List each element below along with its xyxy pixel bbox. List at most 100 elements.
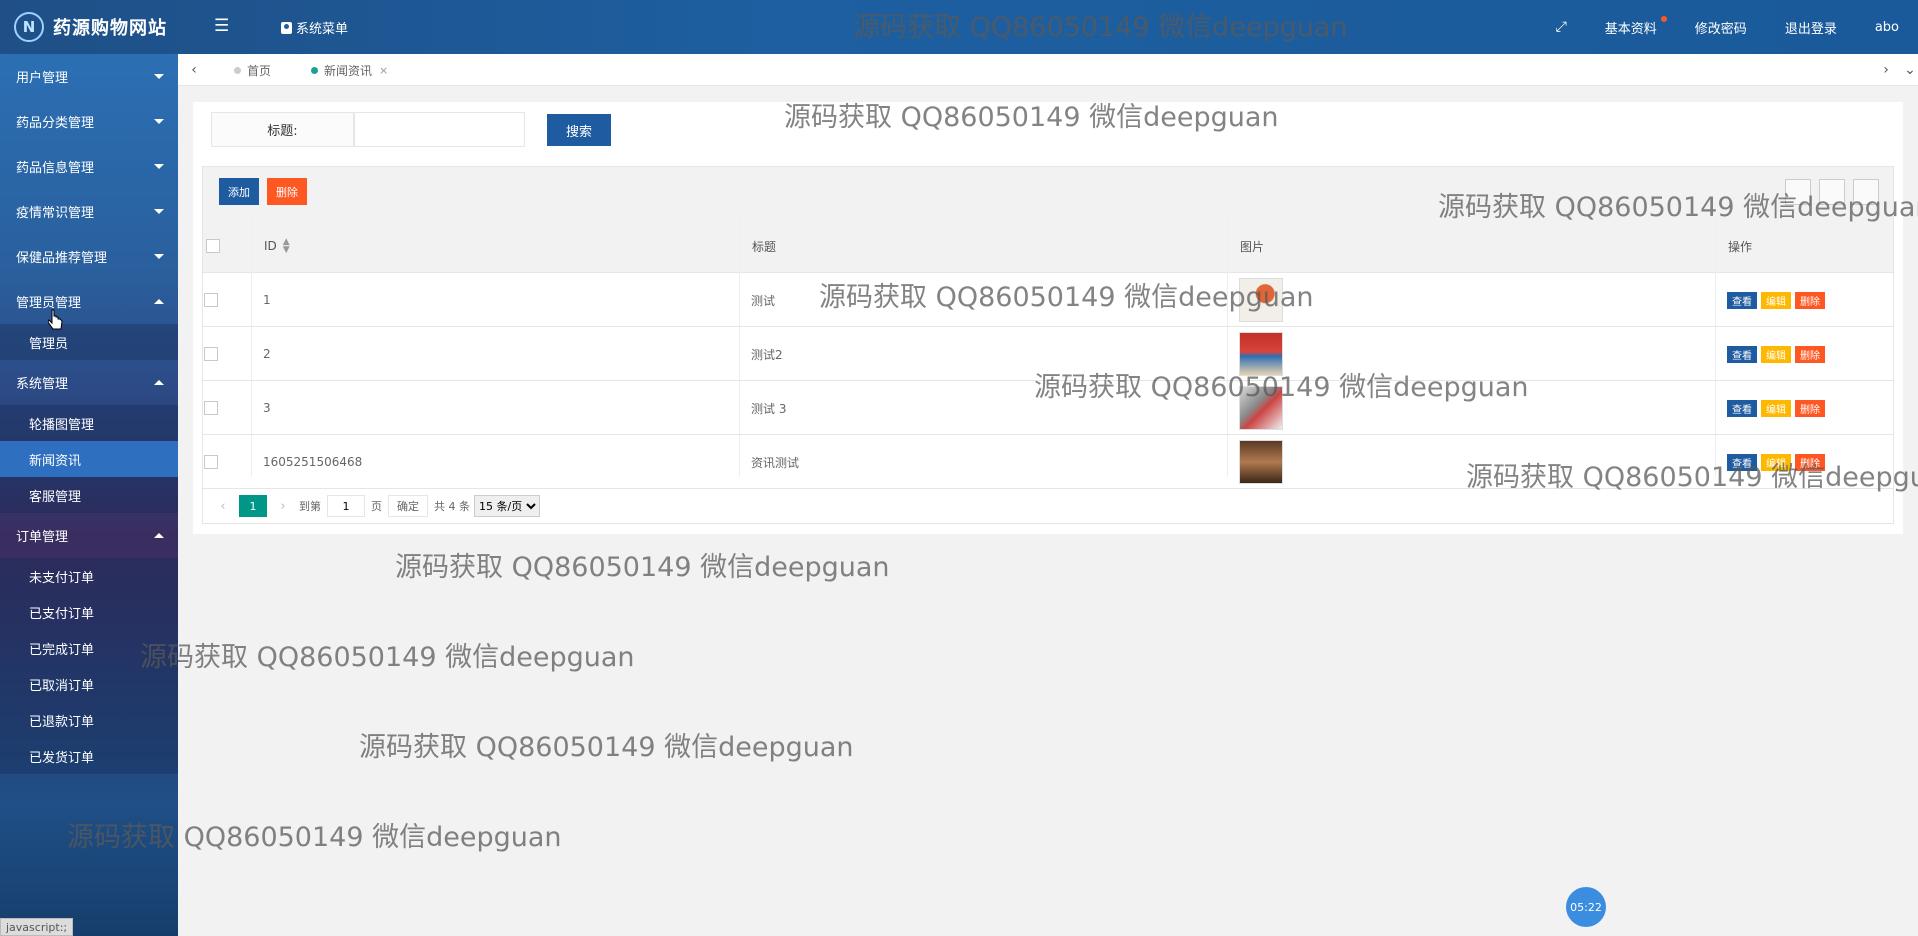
page-size-select[interactable]: 15 条/页 <box>474 495 540 517</box>
tab-label: 首页 <box>247 63 272 78</box>
notification-dot <box>1660 15 1667 22</box>
columns-icon[interactable] <box>1785 179 1811 205</box>
sidebar-item-refunded-orders[interactable]: 已退款订单 <box>0 702 178 738</box>
view-button[interactable]: 查看 <box>1727 453 1757 471</box>
sidebar-item-cancelled-orders[interactable]: 已取消订单 <box>0 666 178 702</box>
close-icon[interactable]: × <box>379 64 388 77</box>
sidebar-item-news[interactable]: 新闻资讯 <box>0 441 178 477</box>
confirm-button[interactable]: 确定 <box>388 495 428 517</box>
edit-button[interactable]: 编辑 <box>1761 291 1791 309</box>
nav-label: 保健品推荐管理 <box>16 251 108 266</box>
tab-home[interactable]: 首页 <box>234 54 271 86</box>
news-image[interactable] <box>1239 278 1283 322</box>
sidebar-item-admin[interactable]: 管理员 <box>0 324 178 360</box>
logo-icon: N <box>14 12 44 42</box>
cell-id: 1605251506468 <box>263 455 363 469</box>
tab-label: 新闻资讯 <box>324 63 373 78</box>
caret-down-icon <box>154 209 164 214</box>
add-button[interactable]: 添加 <box>219 178 259 205</box>
sidebar-item-paid-orders[interactable]: 已支付订单 <box>0 594 178 630</box>
nav-health-products[interactable]: 保健品推荐管理 <box>0 234 178 279</box>
system-menu-button[interactable]: 系统菜单 <box>281 18 348 37</box>
caret-down-icon <box>154 254 164 259</box>
nav-epidemic-knowledge[interactable]: 疫情常识管理 <box>0 189 178 234</box>
delete-row-button[interactable]: 删除 <box>1795 291 1825 309</box>
tab-news[interactable]: 新闻资讯 × <box>311 54 388 86</box>
nav-label: 药品信息管理 <box>16 161 95 176</box>
row-checkbox[interactable] <box>204 401 218 415</box>
nav-drug-category[interactable]: 药品分类管理 <box>0 99 178 144</box>
profile-link[interactable]: 基本资料 <box>1586 15 1676 37</box>
tab-scroll-left-icon[interactable]: ‹ <box>178 54 210 86</box>
column-title: 标题 <box>752 239 777 254</box>
tab-dot <box>311 66 318 74</box>
edit-button[interactable]: 编辑 <box>1761 453 1791 471</box>
timer-badge[interactable]: 05:22 <box>1566 887 1606 927</box>
caret-down-icon <box>154 74 164 79</box>
profile-link-label: 基本资料 <box>1604 21 1657 37</box>
logout-link[interactable]: 退出登录 <box>1766 18 1856 37</box>
sort-icon[interactable]: ▲ ▼ <box>283 238 290 255</box>
cell-id: 1 <box>263 293 271 307</box>
delete-row-button[interactable]: 删除 <box>1795 453 1825 471</box>
news-image[interactable] <box>1239 440 1283 484</box>
nav-label: 疫情常识管理 <box>16 206 95 221</box>
title-search-label: 标题: <box>211 112 354 147</box>
page-input[interactable] <box>327 495 365 517</box>
view-button[interactable]: 查看 <box>1727 291 1757 309</box>
nav-admin-management[interactable]: 管理员管理 <box>0 279 178 324</box>
current-page[interactable]: 1 <box>239 495 267 517</box>
edit-button[interactable]: 编辑 <box>1761 399 1791 417</box>
site-title: 药源购物网站 <box>53 18 167 39</box>
sidebar-item-carousel[interactable]: 轮播图管理 <box>0 405 178 441</box>
print-icon[interactable] <box>1853 179 1879 205</box>
logo: N 药源购物网站 <box>0 0 178 54</box>
table-row: 3 测试 3 查看 编辑 删除 <box>203 381 1893 435</box>
row-checkbox[interactable] <box>204 293 218 307</box>
goto-label: 到第 <box>299 500 321 513</box>
column-image: 图片 <box>1240 239 1265 254</box>
sidebar-item-shipped-orders[interactable]: 已发货订单 <box>0 738 178 774</box>
expand-icon[interactable]: ⤢ <box>1537 19 1586 35</box>
tab-bar: ‹ 首页 新闻资讯 × › ⌄ <box>178 54 1918 86</box>
news-image[interactable] <box>1239 332 1283 376</box>
next-page-icon[interactable]: › <box>273 499 293 514</box>
export-icon[interactable] <box>1819 179 1845 205</box>
column-actions: 操作 <box>1728 239 1753 254</box>
search-button[interactable]: 搜索 <box>547 114 611 146</box>
row-checkbox[interactable] <box>204 455 218 469</box>
chevron-down-icon[interactable]: ⌄ <box>1894 54 1918 86</box>
nav-drug-info[interactable]: 药品信息管理 <box>0 144 178 189</box>
pagination: ‹ 1 › 到第 页 确定 共 4 条 15 条/页 <box>203 493 540 519</box>
prev-page-icon[interactable]: ‹ <box>213 499 233 514</box>
username[interactable]: abo <box>1856 20 1918 35</box>
nav-user-management[interactable]: 用户管理 <box>0 54 178 99</box>
sidebar-item-customer-service[interactable]: 客服管理 <box>0 477 178 513</box>
header-right-menu: ⤢ 基本资料 修改密码 退出登录 abo <box>1537 0 1918 54</box>
list-icon[interactable]: ☰ <box>214 16 229 36</box>
title-search-input[interactable] <box>354 112 525 147</box>
sidebar-item-unpaid-orders[interactable]: 未支付订单 <box>0 558 178 594</box>
news-image[interactable] <box>1239 386 1283 430</box>
table-row: 2 测试2 查看 编辑 删除 <box>203 327 1893 381</box>
select-all-checkbox[interactable] <box>206 239 220 253</box>
row-checkbox[interactable] <box>204 347 218 361</box>
cell-id: 2 <box>263 347 271 361</box>
sidebar-item-completed-orders[interactable]: 已完成订单 <box>0 630 178 666</box>
delete-row-button[interactable]: 删除 <box>1795 399 1825 417</box>
view-button[interactable]: 查看 <box>1727 399 1757 417</box>
delete-row-button[interactable]: 删除 <box>1795 345 1825 363</box>
change-password-link[interactable]: 修改密码 <box>1676 18 1766 37</box>
view-button[interactable]: 查看 <box>1727 345 1757 363</box>
nav-system-management[interactable]: 系统管理 <box>0 360 178 405</box>
delete-button[interactable]: 删除 <box>267 178 307 205</box>
top-header: N 药源购物网站 ☰ 系统菜单 ⤢ 基本资料 修改密码 退出登录 abo <box>0 0 1918 54</box>
column-id[interactable]: ID ▲ ▼ <box>264 219 290 273</box>
table-toolbar: 添加 删除 <box>203 167 1893 219</box>
tab-dot <box>234 66 241 74</box>
edit-button[interactable]: 编辑 <box>1761 345 1791 363</box>
total-count: 共 4 条 <box>434 500 470 513</box>
cell-id: 3 <box>263 401 271 415</box>
nav-order-management[interactable]: 订单管理 <box>0 513 178 558</box>
system-menu-label: 系统菜单 <box>296 22 349 37</box>
